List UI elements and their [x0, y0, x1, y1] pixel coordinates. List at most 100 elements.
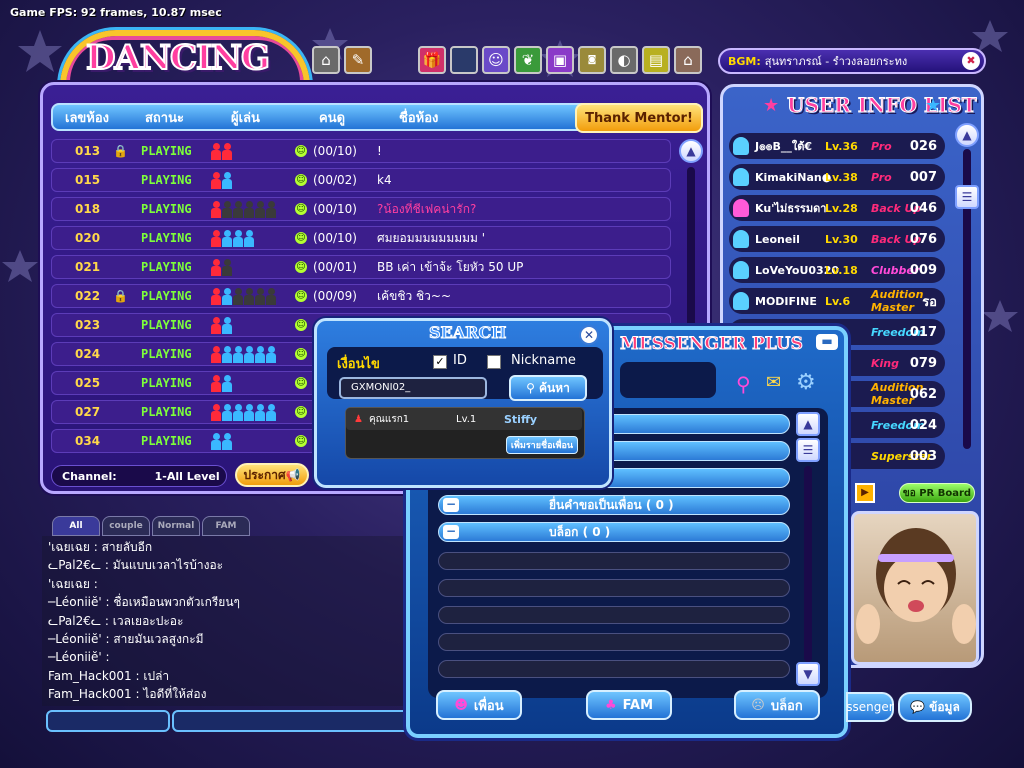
empty-friend-slot[interactable] — [438, 633, 790, 651]
pr-board-button[interactable]: ขอ PR Board — [899, 483, 975, 503]
announce-button[interactable]: ประกาศ 📢 — [235, 463, 309, 487]
scroll-up-icon[interactable]: ▲ — [955, 123, 979, 147]
room-name: เค้ขชิว ชิว~~ — [377, 288, 452, 303]
store-icon[interactable]: ⌂ — [674, 46, 702, 74]
leaf-icon[interactable]: ❦ — [514, 46, 542, 74]
empty-friend-slot[interactable] — [438, 606, 790, 624]
room-status: PLAYING — [141, 405, 192, 419]
user-row[interactable]: Ku'ไม่ธรรมดา Lv.28 Back Up 046 — [729, 195, 945, 221]
messenger-toggle-button[interactable]: ssenger — [846, 692, 894, 722]
search-button[interactable]: ⚲ ค้นหา — [509, 375, 587, 401]
nickname-checkbox[interactable] — [487, 355, 501, 369]
minimize-icon[interactable]: ▬ — [816, 334, 838, 350]
player-figure-icon — [233, 287, 243, 305]
chat-message: : — [89, 576, 98, 591]
room-status: PLAYING — [141, 260, 192, 274]
collapse-icon[interactable]: − — [443, 525, 459, 539]
list-menu-icon[interactable]: ☰ — [955, 185, 979, 209]
info-button[interactable]: 💬 ข้อมูล — [898, 692, 972, 722]
empty-friend-slot[interactable] — [438, 579, 790, 597]
scroll-up-icon[interactable]: ▲ — [796, 412, 820, 436]
block-button[interactable]: ☹ บล็อก — [734, 690, 820, 720]
chat-line: ─Lé໐niiĕ' : ชื่อเหมือนพวกตัวเกรียนๆ — [48, 593, 406, 611]
room-name: k4 — [377, 173, 392, 187]
room-status: PLAYING — [141, 318, 192, 332]
player-figure-icon — [255, 345, 265, 363]
friend-group-row[interactable]: − บล็อก ( 0 ) — [438, 522, 790, 542]
scroll-up-icon[interactable]: ▲ — [679, 139, 703, 163]
player-figure-icon — [211, 345, 221, 363]
chat-message: : เปล่า — [131, 668, 170, 683]
book-icon[interactable]: ▤ — [642, 46, 670, 74]
player-slots — [211, 258, 233, 276]
avatar-icon[interactable]: ☺ — [482, 46, 510, 74]
user-scrollbar[interactable]: ▲ ☰ — [955, 123, 979, 463]
player-figure-icon — [211, 142, 221, 160]
blank-icon[interactable] — [450, 46, 478, 74]
search-icon[interactable]: ⚲ — [736, 372, 751, 396]
helmet-icon[interactable]: ◐ — [610, 46, 638, 74]
empty-friend-slot[interactable] — [438, 552, 790, 570]
room-row[interactable]: 018 PLAYING ☺ (00/10) ?น้องที่ชีเฟคน่ารัก? — [51, 197, 671, 221]
user-level: Lv.38 — [825, 170, 858, 184]
result-row[interactable]: ♟ คุณแรก1 Lv.1 Stiffy — [346, 408, 582, 430]
player-slots — [211, 345, 277, 363]
gift-icon[interactable]: 🎁 — [418, 46, 446, 74]
header-status: สถานะ — [145, 110, 184, 126]
room-row[interactable]: 013 🔒 PLAYING ☺ (00/10)! — [51, 139, 671, 163]
user-count: รอ — [922, 294, 937, 310]
chat-channel-box[interactable] — [46, 710, 170, 732]
tab-all[interactable]: All — [52, 516, 100, 536]
chat-message: : สายลับอีก — [89, 540, 153, 554]
chat-input[interactable] — [172, 710, 412, 732]
messenger-status-box — [620, 362, 716, 398]
player-figure-icon — [211, 432, 221, 450]
mail-icon[interactable]: ✉ — [766, 372, 781, 393]
arrow-right-icon[interactable]: ▶ — [855, 483, 875, 503]
board-icon[interactable]: ✎ — [344, 46, 372, 74]
room-row[interactable]: 020 PLAYING ☺ (00/10) ศมยอมมมมมมมมม ' — [51, 226, 671, 250]
thank-mentor-button[interactable]: Thank Mentor! — [575, 103, 703, 133]
room-status: PLAYING — [141, 202, 192, 216]
tab-fam[interactable]: FAM — [202, 516, 250, 536]
room-row[interactable]: 021 PLAYING ☺ (00/01) BB เค่า เข้าจ้ะ โยหัว … — [51, 255, 671, 279]
empty-friend-slot[interactable] — [438, 660, 790, 678]
friend-button[interactable]: ☻ เพื่อน — [436, 690, 522, 720]
list-menu-icon[interactable]: ☰ — [796, 438, 820, 462]
scroll-track[interactable] — [804, 466, 812, 662]
add-friend-button[interactable]: เพิ่มรายชื่อเพื่อน — [506, 436, 578, 454]
user-count: 046 — [909, 200, 937, 216]
family-icon[interactable]: ⌂ — [312, 46, 340, 74]
settings-gear-icon[interactable]: ⚙ — [796, 370, 816, 395]
user-row[interactable]: J๏๏B__ใต้€ Lv.36 Pro 026 — [729, 133, 945, 159]
lock-icon: 🔒 — [113, 144, 128, 158]
tab-couple[interactable]: couple — [102, 516, 150, 536]
fam-button[interactable]: ♣ FAM — [586, 690, 672, 720]
player-slots — [211, 316, 233, 334]
tv-icon[interactable]: ▣ — [546, 46, 574, 74]
user-name: MODIFINE — [755, 294, 817, 308]
user-row[interactable]: MODIFINE Lv.6 Audition Master รอ — [729, 288, 945, 314]
room-row[interactable]: 015 PLAYING ☺ (00/02) k4 — [51, 168, 671, 192]
room-row[interactable]: 022 🔒 PLAYING ☺ (00/09) เค้ขชิว ชิว~~ — [51, 284, 671, 308]
scroll-track[interactable] — [687, 167, 695, 347]
room-number: 020 — [75, 231, 101, 245]
close-icon[interactable]: ✕ — [579, 325, 599, 345]
tab-normal[interactable]: Normal — [152, 516, 200, 536]
player-figure-icon — [233, 403, 243, 421]
chat-message: : เวลเยอะปะอะ — [101, 613, 184, 628]
user-count: 003 — [909, 448, 937, 464]
room-name: BB เค่า เข้าจ้ะ โยหัว 50 UP — [377, 259, 524, 274]
friend-group-row[interactable]: − ยื่นคำขอเป็นเพื่อน ( 0 ) — [438, 495, 790, 515]
player-figure-icon — [222, 229, 232, 247]
bgm-close-icon[interactable]: ✖ — [962, 52, 980, 70]
collapse-icon[interactable]: − — [443, 498, 459, 512]
scroll-down-icon[interactable]: ▼ — [796, 662, 820, 686]
user-row[interactable]: Leoneil Lv.30 Back Up 076 — [729, 226, 945, 252]
photo-icon[interactable]: ◙ — [578, 46, 606, 74]
search-input[interactable]: GXMONI02_ — [339, 377, 487, 399]
spectator-count: (00/10) — [313, 144, 357, 158]
id-checkbox[interactable]: ✓ — [433, 355, 447, 369]
user-row[interactable]: KimakiNan● Lv.38 Pro 007 — [729, 164, 945, 190]
user-row[interactable]: LoVeYoU0320 Lv.18 Clubber 009 — [729, 257, 945, 283]
